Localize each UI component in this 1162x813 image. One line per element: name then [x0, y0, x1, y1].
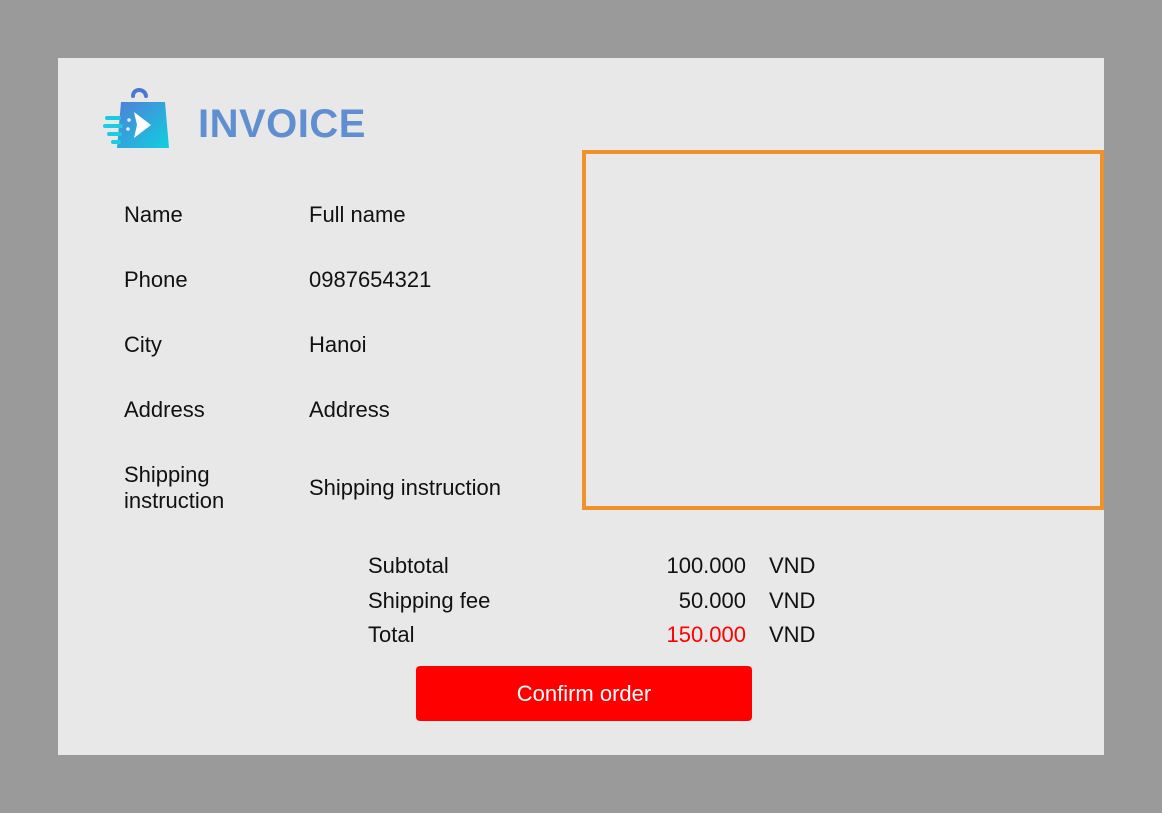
phone-value: 0987654321 — [309, 267, 432, 292]
subtotal-label: Subtotal — [368, 553, 449, 578]
address-value: Address — [309, 397, 390, 422]
shipping-fee-amount: 50.000 — [678, 588, 746, 613]
shipping-fee-label: Shipping fee — [368, 588, 491, 613]
phone-label: Phone — [124, 267, 188, 292]
total-label: Total — [368, 622, 415, 647]
subtotal-amount: 100.000 — [666, 553, 746, 578]
highlight-box — [582, 150, 1104, 510]
address-label: Address — [124, 397, 205, 422]
city-label: City — [124, 332, 162, 357]
confirm-order-button[interactable]: Confirm order — [416, 666, 752, 721]
total-amount: 150.000 — [666, 622, 746, 647]
name-label: Name — [124, 202, 183, 227]
shopping-bag-icon — [103, 84, 175, 156]
shipping-fee-currency: VND — [769, 588, 816, 613]
subtotal-currency: VND — [769, 553, 816, 578]
shipping-instruction-value: Shipping instruction — [309, 475, 502, 500]
total-currency: VND — [769, 622, 816, 647]
page-title: INVOICE — [198, 102, 366, 146]
invoice-card: INVOICE Name Full name Phone 0987654321 … — [58, 58, 1104, 755]
shopping-bag-icon-graphic — [103, 88, 169, 148]
name-value: Full name — [309, 202, 406, 227]
city-value: Hanoi — [309, 332, 367, 357]
shipping-instruction-label: Shipping instruction — [124, 462, 225, 513]
